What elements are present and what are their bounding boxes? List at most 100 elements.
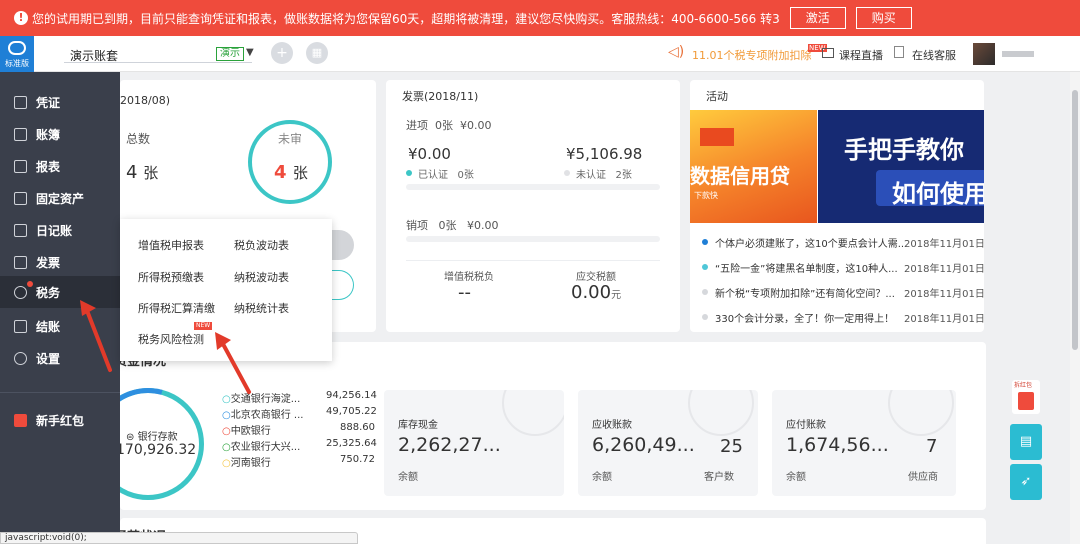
sidebar-item-invoice[interactable]: 发票 bbox=[0, 246, 120, 278]
payable-label: 应付账款 bbox=[786, 420, 826, 431]
sidebar-item-label: 报表 bbox=[36, 159, 61, 174]
sidebar-item-fixed-assets[interactable]: 固定资产 bbox=[0, 182, 120, 214]
cash-value: 2,262,27... bbox=[398, 434, 501, 456]
trial-message: 您的试用期已到期，目前只能查询凭证和报表，做账数据将为您保留60天，超期将被清理… bbox=[32, 11, 780, 26]
speaker-icon: ◁) bbox=[668, 44, 685, 60]
sidebar-item-report[interactable]: 报表 bbox=[0, 150, 120, 182]
cloud-icon bbox=[8, 41, 26, 55]
news-date: 2018年11月01日 bbox=[904, 239, 985, 250]
output-progress-bar bbox=[406, 236, 660, 242]
bank-deposit-label: ⊜ 银行存款 bbox=[126, 432, 178, 443]
menu-item-vat-return[interactable]: 增值税申报表 bbox=[138, 237, 204, 253]
sidebar-item-label: 新手红包 bbox=[36, 413, 85, 428]
report-icon bbox=[14, 159, 27, 173]
receivable-value: 6,260,49... bbox=[592, 434, 695, 456]
payable-value: 1,674,56... bbox=[786, 434, 889, 456]
cash-card[interactable]: 库存现金 2,262,27... 余额 bbox=[384, 390, 564, 496]
promo-right-line2: 如何使用 bbox=[892, 180, 984, 208]
receivable-sub: 余额 bbox=[592, 472, 612, 483]
uncertified-amount: ¥5,106.98 bbox=[566, 145, 643, 163]
gear-icon bbox=[14, 351, 27, 365]
yen-icon bbox=[688, 390, 754, 436]
sidebar-item-ledger[interactable]: 账簿 bbox=[0, 118, 120, 150]
bank-row[interactable]: ○农业银行大兴... bbox=[222, 438, 300, 453]
bank-row[interactable]: ○河南银行 bbox=[222, 454, 271, 469]
bank-row[interactable]: ○北京农商银行 ... bbox=[222, 406, 303, 421]
sidebar-item-journal[interactable]: 日记账 bbox=[0, 214, 120, 246]
sidebar-item-red-packet[interactable]: 新手红包 bbox=[0, 404, 120, 436]
add-account-button[interactable]: + bbox=[271, 42, 293, 64]
book-icon: ▤ bbox=[1019, 434, 1033, 449]
book-icon bbox=[894, 46, 904, 58]
app-logo[interactable]: 标准版 bbox=[0, 36, 34, 72]
rocket-button[interactable]: ➶ bbox=[1010, 464, 1042, 500]
account-selector-underline bbox=[64, 62, 252, 63]
news-dot bbox=[702, 314, 708, 320]
promo-left-sub: 下款快 bbox=[694, 191, 718, 200]
certified-dot bbox=[406, 170, 412, 176]
credit-loan-promo[interactable]: 数据信用贷 下款快 bbox=[690, 110, 817, 223]
activate-button[interactable]: 激活 bbox=[789, 7, 846, 29]
tax-payable-value: 0.00元 bbox=[571, 282, 622, 303]
output-invoice-row: 销项 0张 ¥0.00 bbox=[406, 219, 499, 232]
sidebar-divider bbox=[0, 392, 120, 393]
voucher-card-title: 2018/08) bbox=[120, 94, 170, 107]
sidebar-item-label: 日记账 bbox=[36, 223, 73, 238]
new-badge: NEW bbox=[194, 322, 213, 330]
unreviewed-value: 4 张 bbox=[274, 162, 308, 183]
buy-button[interactable]: 购买 bbox=[855, 7, 912, 29]
online-service-link[interactable]: 在线客服 bbox=[912, 47, 956, 63]
guide-button[interactable]: ▤ bbox=[1010, 424, 1042, 460]
receivable-label: 应收账款 bbox=[592, 420, 632, 431]
vat-burden-label: 增值税税负 bbox=[444, 272, 494, 283]
annotation-arrow-tax bbox=[80, 300, 112, 372]
sidebar-item-label: 设置 bbox=[36, 351, 61, 366]
total-label: 总数 bbox=[126, 132, 151, 146]
sidebar-item-label: 固定资产 bbox=[36, 191, 85, 206]
payable-count: 7 bbox=[926, 436, 938, 457]
menu-item-tax-burden-fluctuation[interactable]: 税负波动表 bbox=[234, 237, 289, 253]
menu-item-tax-statistics[interactable]: 纳税统计表 bbox=[234, 300, 289, 316]
notification-dot bbox=[27, 281, 33, 287]
course-live-link[interactable]: 课程直播 bbox=[839, 47, 883, 63]
sidebar-item-voucher[interactable]: 凭证 bbox=[0, 86, 120, 118]
cash-label: 库存现金 bbox=[398, 420, 438, 431]
chevron-down-icon[interactable]: ▼ bbox=[246, 47, 254, 58]
scrollbar-thumb[interactable] bbox=[1072, 90, 1078, 350]
payable-card[interactable]: 应付账款 1,674,56... 7 余额 供应商 bbox=[772, 390, 956, 496]
asset-icon bbox=[14, 191, 27, 205]
promo-right-line1: 手把手教你 bbox=[844, 136, 964, 164]
menu-item-income-tax-prepayment[interactable]: 所得税预缴表 bbox=[138, 269, 204, 285]
payable-sub: 余额 bbox=[786, 472, 806, 483]
input-progress-bar bbox=[406, 184, 660, 190]
news-title[interactable]: 个体户必须建账了，这10个要点会计人需... bbox=[715, 235, 907, 250]
news-title[interactable]: 新个税“专项附加扣除”还有简化空间？... bbox=[715, 285, 895, 300]
close-books-icon bbox=[14, 319, 27, 333]
grid-icon: ▦ bbox=[311, 46, 323, 59]
menu-item-tax-payment-fluctuation[interactable]: 纳税波动表 bbox=[234, 269, 289, 285]
annotation-arrow-risk-check bbox=[215, 332, 251, 394]
user-name-blurred[interactable] bbox=[1002, 51, 1034, 57]
bank-deposit-total: 170,926.32 bbox=[116, 442, 197, 458]
warning-icon: ! bbox=[14, 11, 28, 25]
unreviewed-label: 未审 bbox=[278, 132, 303, 146]
news-title[interactable]: “五险一金”将建黑名单制度，这10种人... bbox=[715, 260, 898, 275]
demo-badge: 演示 bbox=[216, 47, 244, 61]
uncertified-dot bbox=[564, 170, 570, 176]
input-invoice-row: 进项 0张 ¥0.00 bbox=[406, 119, 492, 132]
bank-row[interactable]: ○中欧银行 bbox=[222, 422, 271, 437]
ledger-icon bbox=[14, 127, 27, 141]
red-packet-float-button[interactable]: 拆红包 bbox=[1012, 380, 1040, 414]
news-title[interactable]: 330个会计分录，全了！你一定用得上！ bbox=[715, 310, 894, 325]
apps-grid-button[interactable]: ▦ bbox=[306, 42, 328, 64]
sidebar-item-label: 税务 bbox=[36, 285, 61, 300]
menu-item-income-tax-settlement[interactable]: 所得税汇算清缴 bbox=[138, 300, 215, 316]
menu-item-tax-risk-check[interactable]: 税务风险检测 bbox=[138, 331, 204, 347]
certified-row: 已认证 0张 bbox=[418, 170, 474, 181]
receivable-card[interactable]: 应收账款 6,260,49... 25 余额 客户数 bbox=[578, 390, 758, 496]
avatar[interactable] bbox=[973, 43, 995, 65]
red-envelope-icon bbox=[1018, 392, 1034, 410]
tutorial-promo[interactable]: 手把手教你 如何使用 bbox=[818, 110, 984, 223]
activity-card: 活动 数据信用贷 下款快 手把手教你 如何使用 个体户必须建账了，这10个要点会… bbox=[690, 80, 985, 332]
news-ticker[interactable]: 11.01个税专项附加扣除 bbox=[692, 47, 812, 63]
